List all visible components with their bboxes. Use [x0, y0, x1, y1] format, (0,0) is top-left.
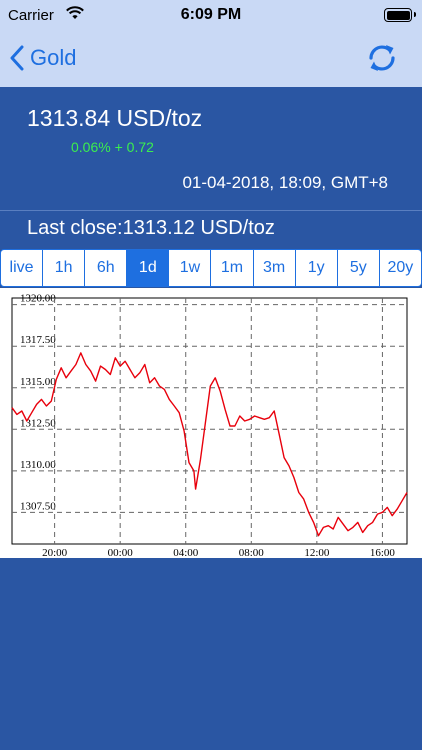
back-button[interactable]: Gold: [10, 42, 76, 74]
range-tab-1w[interactable]: 1w: [168, 250, 210, 286]
range-selector: live 1h 6h 1d 1w 1m 3m 1y 5y 20y: [0, 249, 422, 287]
x-tick-label: 08:00: [239, 547, 265, 558]
refresh-icon: [369, 45, 395, 71]
refresh-button[interactable]: [364, 40, 400, 76]
y-tick-label: 1320.00: [20, 293, 56, 305]
status-bar: Carrier 6:09 PM: [0, 0, 422, 32]
back-label: Gold: [30, 45, 77, 70]
range-tab-1d[interactable]: 1d: [126, 250, 169, 286]
quote-panel: 1313.84 USD/toz 0.06% + 0.72 01-04-2018,…: [0, 87, 422, 211]
plot-frame: [11, 297, 408, 545]
range-tab-1m[interactable]: 1m: [210, 250, 252, 286]
range-tab-1h[interactable]: 1h: [42, 250, 84, 286]
x-tick-label: 12:00: [304, 547, 330, 558]
price-chart: 1320.00 1317.50 1315.00 1312.50 1310.00 1307.…: [0, 288, 422, 559]
y-tick-label: 1310.00: [20, 459, 56, 471]
current-price: 1313.84 USD/toz: [27, 105, 203, 131]
range-tab-6h[interactable]: 6h: [84, 250, 126, 286]
x-tick-label: 04:00: [173, 547, 199, 558]
price-change: 0.06% + 0.72: [71, 139, 154, 155]
y-tick-label: 1307.50: [20, 500, 56, 512]
chart-svg: 1320.001317.501315.001312.501310.001307.…: [11, 293, 408, 559]
x-tick-label: 20:00: [42, 547, 68, 558]
y-tick-label: 1317.50: [20, 334, 56, 346]
range-tab-20y[interactable]: 20y: [378, 250, 421, 286]
range-tab-5y[interactable]: 5y: [336, 250, 379, 286]
x-tick-label: 00:00: [108, 547, 134, 558]
quote-timestamp: 01-04-2018, 18:09, GMT+8: [182, 173, 388, 192]
range-tab-3m[interactable]: 3m: [252, 250, 295, 286]
nav-bar: Gold: [0, 32, 422, 87]
range-tab-live[interactable]: live: [1, 250, 42, 286]
battery-icon: [384, 8, 416, 22]
x-tick-label: 16:00: [370, 547, 396, 558]
status-time: 6:09 PM: [180, 6, 242, 23]
divider: [0, 210, 422, 211]
chevron-left-icon: [10, 45, 24, 71]
range-tab-1y[interactable]: 1y: [294, 250, 337, 286]
y-tick-label: 1315.00: [20, 376, 56, 388]
price-series-line: [11, 352, 408, 537]
last-close: Last close:1313.12 USD/toz: [27, 217, 275, 239]
